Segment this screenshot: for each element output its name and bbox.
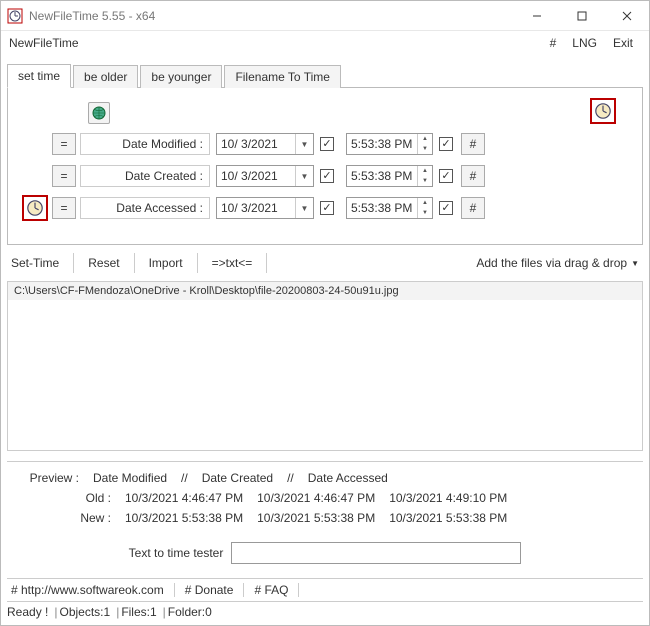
eq-button-accessed[interactable]: = [52,197,76,219]
globe-icon[interactable] [88,102,110,124]
hash-button-modified[interactable]: # [461,133,485,155]
preview-old-accessed: 10/3/2021 4:49:10 PM [389,491,507,505]
tab-content-set-time: = Date Modified : ▼ ▲▼ # = Date Created … [7,88,643,245]
clock-icon [590,98,616,124]
date-picker-accessed[interactable]: ▼ [216,197,314,219]
tester-label: Text to time tester [129,546,224,560]
menu-hash[interactable]: # [542,34,565,52]
date-picker-modified[interactable]: ▼ [216,133,314,155]
preview-old-modified: 10/3/2021 4:46:47 PM [125,491,243,505]
row-date-accessed: = Date Accessed : ▼ ▲▼ # [18,194,632,222]
preview-new-created: 10/3/2021 5:53:38 PM [257,511,375,525]
time-picker-modified[interactable]: ▲▼ [346,133,433,155]
tab-be-younger[interactable]: be younger [140,65,222,88]
spin-up-icon[interactable]: ▲ [418,166,432,176]
status-objects: Objects:1 [59,605,110,619]
date-input-accessed[interactable] [217,201,295,215]
checkbox-modified-date[interactable] [320,137,334,151]
reset-button[interactable]: Reset [74,253,134,273]
preview-old-row: Old : 10/3/2021 4:46:47 PM 10/3/2021 4:4… [7,488,643,508]
menubar: NewFileTime # LNG Exit [1,31,649,55]
close-button[interactable] [604,1,649,31]
label-date-modified: Date Modified : [80,133,210,155]
status-folder: Folder:0 [168,605,212,619]
drag-drop-hint[interactable]: Add the files via drag & drop ▼ [472,253,643,273]
time-input-accessed[interactable] [347,201,417,215]
preview-header-created: Date Created [202,471,273,485]
tab-be-older[interactable]: be older [73,65,138,88]
titlebar: NewFileTime 5.55 - x64 [1,1,649,31]
preview-new-row: New : 10/3/2021 5:53:38 PM 10/3/2021 5:5… [7,508,643,528]
window-title: NewFileTime 5.55 - x64 [29,9,514,23]
preview-new-accessed: 10/3/2021 5:53:38 PM [389,511,507,525]
link-faq[interactable]: # FAQ [244,583,299,597]
txt-button[interactable]: =>txt<= [198,253,268,273]
hash-button-accessed[interactable]: # [461,197,485,219]
tab-area: set time be older be younger Filename To… [7,63,643,245]
time-input-created[interactable] [347,169,417,183]
menu-lng[interactable]: LNG [564,34,605,52]
time-picker-created[interactable]: ▲▼ [346,165,433,187]
preview-old-created: 10/3/2021 4:46:47 PM [257,491,375,505]
hash-button-created[interactable]: # [461,165,485,187]
status-ready: Ready ! [7,605,48,619]
label-date-created: Date Created : [80,165,210,187]
spin-down-icon[interactable]: ▼ [418,176,432,186]
tester-input[interactable] [231,542,521,564]
list-item[interactable]: C:\Users\CF-FMendoza\OneDrive - Kroll\De… [8,282,642,300]
import-button[interactable]: Import [135,253,198,273]
checkbox-accessed-time[interactable] [439,201,453,215]
maximize-button[interactable] [559,1,604,31]
eq-button-modified[interactable]: = [52,133,76,155]
chevron-down-icon[interactable]: ▼ [295,134,313,154]
preview-header-label: Preview : [23,471,79,485]
clock-icon [22,195,48,221]
spin-down-icon[interactable]: ▼ [418,144,432,154]
statusbar: Ready ! | Objects:1 | Files:1 | Folder:0 [1,602,649,622]
drag-drop-hint-label: Add the files via drag & drop [476,256,627,270]
chevron-down-icon: ▼ [631,259,639,268]
preview-old-label: Old : [55,491,111,505]
spin-up-icon[interactable]: ▲ [418,134,432,144]
menu-exit[interactable]: Exit [605,34,641,52]
link-website[interactable]: # http://www.softwareok.com [9,583,175,597]
label-date-accessed: Date Accessed : [80,197,210,219]
app-name-label: NewFileTime [9,36,542,50]
preview-header-accessed: Date Accessed [308,471,388,485]
status-files: Files:1 [121,605,156,619]
chevron-down-icon[interactable]: ▼ [295,166,313,186]
bottom-links: # http://www.softwareok.com # Donate # F… [7,578,643,602]
checkbox-created-date[interactable] [320,169,334,183]
file-list[interactable]: C:\Users\CF-FMendoza\OneDrive - Kroll\De… [7,281,643,451]
chevron-down-icon[interactable]: ▼ [295,198,313,218]
preview-header-modified: Date Modified [93,471,167,485]
time-picker-accessed[interactable]: ▲▼ [346,197,433,219]
row-date-modified: = Date Modified : ▼ ▲▼ # [18,130,632,158]
set-time-button[interactable]: Set-Time [7,253,74,273]
checkbox-created-time[interactable] [439,169,453,183]
time-input-modified[interactable] [347,137,417,151]
tester-row: Text to time tester [7,542,643,564]
app-icon [7,8,23,24]
preview-new-label: New : [55,511,111,525]
spin-down-icon[interactable]: ▼ [418,208,432,218]
action-bar: Set-Time Reset Import =>txt<= Add the fi… [7,253,643,273]
globe-row [18,100,632,126]
link-donate[interactable]: # Donate [175,583,245,597]
checkbox-accessed-date[interactable] [320,201,334,215]
preview-header-row: Preview : Date Modified // Date Created … [7,468,643,488]
preview-section: Preview : Date Modified // Date Created … [7,461,643,528]
minimize-button[interactable] [514,1,559,31]
date-input-created[interactable] [217,169,295,183]
date-picker-created[interactable]: ▼ [216,165,314,187]
row-date-created: = Date Created : ▼ ▲▼ # [18,162,632,190]
preview-new-modified: 10/3/2021 5:53:38 PM [125,511,243,525]
tab-filename-to-time[interactable]: Filename To Time [224,65,340,88]
spin-up-icon[interactable]: ▲ [418,198,432,208]
checkbox-modified-time[interactable] [439,137,453,151]
tab-strip: set time be older be younger Filename To… [7,63,643,88]
date-input-modified[interactable] [217,137,295,151]
tab-set-time[interactable]: set time [7,64,71,88]
eq-button-created[interactable]: = [52,165,76,187]
